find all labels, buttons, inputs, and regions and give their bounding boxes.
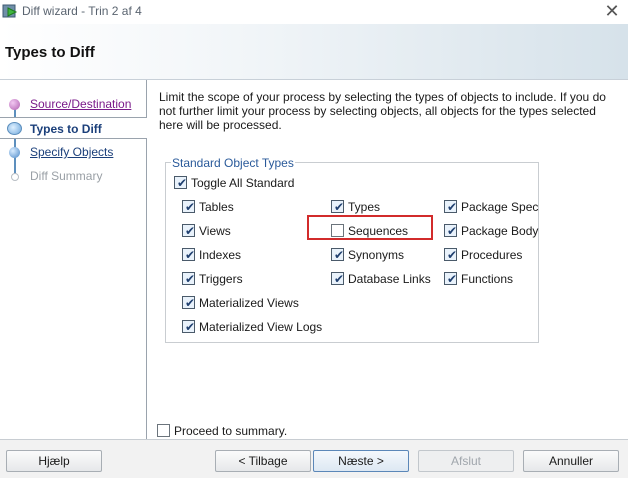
checkbox-box: ✔ bbox=[182, 248, 196, 262]
checkbox-label: Materialized View Logs bbox=[199, 320, 323, 334]
checkbox-label: Proceed to summary. bbox=[174, 424, 288, 438]
step-specify-objects[interactable]: Specify Objects bbox=[0, 141, 146, 163]
checkbox-label: Views bbox=[199, 224, 231, 238]
wizard-steps-sidebar: Source/Destination Types to Diff Specify… bbox=[0, 80, 147, 439]
checkbox-box: ✔ bbox=[444, 200, 458, 214]
checkbox-label: Types bbox=[348, 200, 381, 214]
title-bar: Diff wizard - Trin 2 af 4 ✕ bbox=[0, 0, 628, 24]
checkbox-box bbox=[157, 424, 170, 437]
step-next-icon bbox=[9, 147, 20, 158]
checkbox-box: ✔ bbox=[182, 296, 196, 310]
checkbox-label: Synonyms bbox=[348, 248, 405, 262]
checkbox-box: ✔ bbox=[182, 200, 196, 214]
help-button[interactable]: Hjælp bbox=[6, 450, 102, 472]
checkbox-box: ✔ bbox=[444, 224, 458, 238]
checkbox-box: ✔ bbox=[444, 272, 458, 286]
scope-description: Limit the scope of your process by selec… bbox=[159, 90, 606, 132]
checkmark-icon: ✔ bbox=[447, 200, 458, 214]
step-types-to-diff: Types to Diff bbox=[0, 117, 147, 139]
step-source-destination[interactable]: Source/Destination bbox=[0, 93, 146, 115]
checkmark-icon: ✔ bbox=[447, 248, 458, 262]
close-icon[interactable]: ✕ bbox=[602, 1, 622, 21]
checkmark-icon: ✔ bbox=[177, 176, 188, 190]
checkmark-icon: ✔ bbox=[185, 200, 196, 214]
checkmark-icon: ✔ bbox=[185, 224, 196, 238]
step-label: Specify Objects bbox=[30, 145, 114, 159]
diff-wizard-app-icon bbox=[2, 4, 18, 18]
step-diff-summary: Diff Summary bbox=[0, 165, 146, 187]
step-label: Source/Destination bbox=[30, 97, 132, 111]
checkbox-label: Database Links bbox=[348, 272, 431, 286]
checkmark-icon: ✔ bbox=[185, 296, 196, 310]
step-label: Types to Diff bbox=[30, 122, 102, 136]
checkbox-label: Package Body bbox=[461, 224, 539, 238]
group-title: Standard Object Types bbox=[171, 156, 295, 170]
checkbox-label: Tables bbox=[199, 200, 234, 214]
checkbox-box: ✔ bbox=[182, 320, 196, 334]
checkbox-box: ✔ bbox=[182, 224, 196, 238]
checkbox-label: Toggle All Standard bbox=[191, 176, 295, 190]
checkbox-box: ✔ bbox=[331, 248, 345, 262]
step-done-icon bbox=[9, 99, 20, 110]
sequences-highlight-box bbox=[307, 215, 433, 240]
checkbox-label: Procedures bbox=[461, 248, 523, 262]
wizard-header: Types to Diff bbox=[0, 24, 628, 80]
checkbox-label: Package Spec bbox=[461, 200, 539, 214]
step-label: Diff Summary bbox=[30, 169, 103, 183]
checkmark-icon: ✔ bbox=[185, 320, 196, 334]
checkbox-box: ✔ bbox=[331, 200, 345, 214]
cancel-button[interactable]: Annuller bbox=[523, 450, 619, 472]
checkbox-box: ✔ bbox=[444, 248, 458, 262]
checkbox-box: ✔ bbox=[182, 272, 196, 286]
checkbox-label: Indexes bbox=[199, 248, 242, 262]
next-button[interactable]: Næste > bbox=[313, 450, 409, 472]
checkmark-icon: ✔ bbox=[334, 272, 345, 286]
window-title: Diff wizard - Trin 2 af 4 bbox=[22, 4, 142, 18]
page-title: Types to Diff bbox=[5, 44, 95, 61]
checkbox-box: ✔ bbox=[174, 176, 188, 190]
checkbox-label: Functions bbox=[461, 272, 514, 286]
checkbox-box: ✔ bbox=[331, 272, 345, 286]
step-disabled-icon bbox=[11, 173, 19, 181]
main-content: Limit the scope of your process by selec… bbox=[147, 80, 628, 439]
back-button[interactable]: < Tilbage bbox=[215, 450, 311, 472]
checkmark-icon: ✔ bbox=[334, 200, 345, 214]
finish-button: Afslut bbox=[418, 450, 514, 472]
checkmark-icon: ✔ bbox=[185, 272, 196, 286]
checkbox-label: Materialized Views bbox=[199, 296, 299, 310]
checkmark-icon: ✔ bbox=[447, 272, 458, 286]
checkmark-icon: ✔ bbox=[185, 248, 196, 262]
checkmark-icon: ✔ bbox=[447, 224, 458, 238]
checkbox-label: Triggers bbox=[199, 272, 243, 286]
step-current-icon bbox=[7, 122, 22, 135]
wizard-footer: Hjælp < Tilbage Næste > Afslut Annuller bbox=[0, 439, 628, 478]
checkmark-icon: ✔ bbox=[334, 248, 345, 262]
